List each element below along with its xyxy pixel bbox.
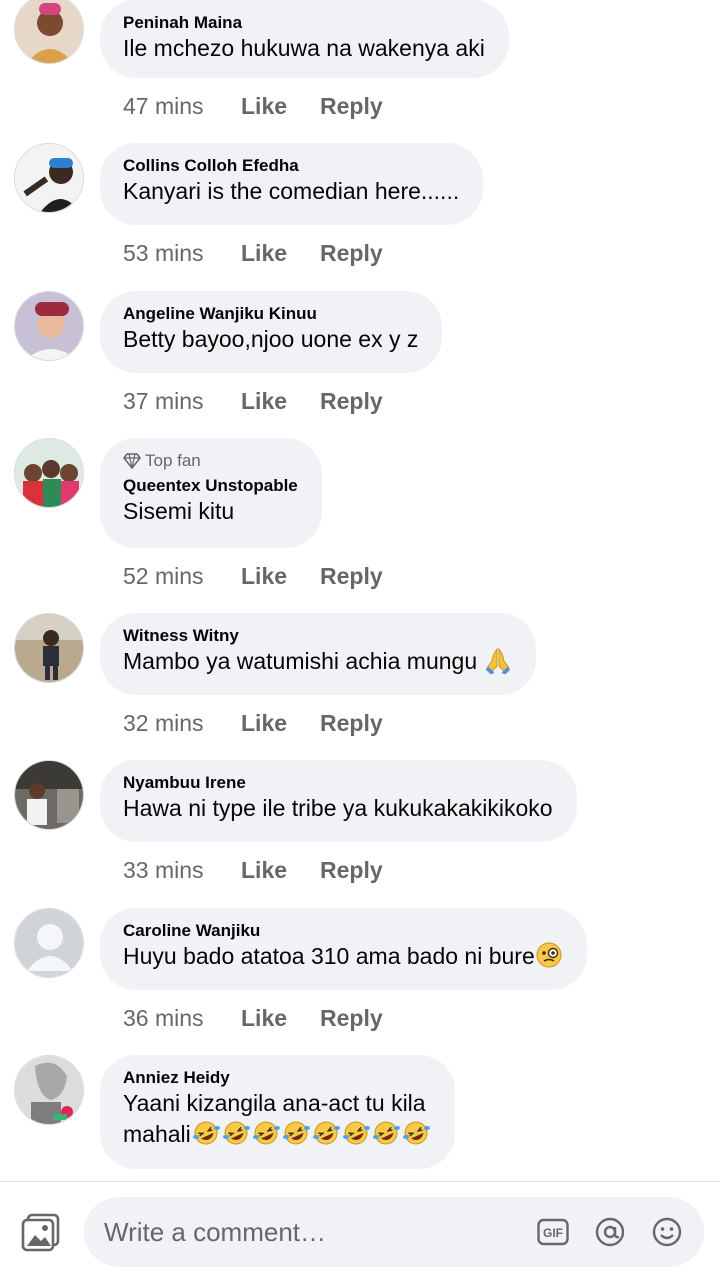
avatar[interactable] (14, 143, 84, 213)
reply-button[interactable]: Reply (320, 91, 383, 121)
commenter-name[interactable]: Anniez Heidy (123, 1067, 431, 1088)
commenter-name[interactable]: Angeline Wanjiku Kinuu (123, 303, 418, 324)
comment-text-line2: mahali (123, 1119, 431, 1150)
comment-text: Betty bayoo,njoo uone ex y z (123, 326, 419, 352)
comment-bubble[interactable]: Nyambuu Irene Hawa ni type ile tribe ya … (100, 760, 577, 842)
commenter-name[interactable]: Witness Witny (123, 625, 512, 646)
like-button[interactable]: Like (241, 91, 320, 121)
comment-actions: 33 mins Like Reply (123, 855, 383, 885)
reply-button[interactable]: Reply (320, 386, 383, 416)
comment-text-body: mahali (123, 1121, 191, 1147)
gif-button[interactable]: GIF (537, 1216, 569, 1248)
rolling-on-the-floor-laughing-emoji (342, 1121, 370, 1145)
comment-bubble[interactable]: Witness Witny Mambo ya watumishi achia m… (100, 613, 536, 695)
comment-text: Hawa ni type ile tribe ya kukukakakikiko… (123, 795, 553, 821)
comment-text: Sisemi kitu (123, 498, 235, 524)
comment-time[interactable]: 36 mins (123, 1003, 241, 1033)
comment-input-box[interactable]: GIF (84, 1197, 704, 1267)
comment-time[interactable]: 37 mins (123, 386, 241, 416)
commenter-name[interactable]: Peninah Maina (123, 12, 485, 33)
comment-bubble[interactable]: Caroline Wanjiku Huyu bado atatoa 310 am… (100, 908, 587, 990)
comment-text: Mambo ya watumishi achia mungu (123, 646, 512, 677)
comment-actions: 37 mins Like Reply (123, 386, 383, 416)
diamond-icon (122, 453, 142, 470)
avatar[interactable] (14, 760, 84, 830)
avatar[interactable] (14, 0, 84, 64)
rolling-on-the-floor-laughing-emoji (402, 1121, 430, 1145)
comment-text: Yaani kizangila ana-act tu kila (123, 1090, 426, 1116)
comment-time[interactable]: 53 mins (123, 238, 241, 268)
comment-actions: 53 mins Like Reply (123, 238, 383, 268)
commenter-name[interactable]: Collins Colloh Efedha (123, 155, 459, 176)
comment-text-body: Mambo ya watumishi achia mungu (123, 648, 478, 674)
folded-hands-emoji (485, 647, 510, 674)
reply-button[interactable]: Reply (320, 708, 383, 738)
comment-time[interactable]: 33 mins (123, 855, 241, 885)
comment-bubble[interactable]: Collins Colloh Efedha Kanyari is the com… (100, 143, 484, 225)
comment-text: Huyu bado atatoa 310 ama bado ni bure (123, 941, 563, 972)
top-fan-badge: Top fan (122, 450, 298, 475)
reply-button[interactable]: Reply (320, 1003, 383, 1033)
comment-bubble[interactable]: Peninah Maina Ile mchezo hukuwa na waken… (100, 0, 509, 78)
rolling-on-the-floor-laughing-emoji (252, 1121, 280, 1145)
smiley-icon[interactable] (651, 1216, 683, 1248)
comments-feed[interactable]: Peninah Maina Ile mchezo hukuwa na waken… (0, 0, 720, 1181)
reply-button[interactable]: Reply (320, 238, 383, 268)
rolling-on-the-floor-laughing-emoji (312, 1121, 340, 1145)
comment-bubble[interactable]: Angeline Wanjiku Kinuu Betty bayoo,njoo … (100, 291, 443, 373)
rolling-on-the-floor-laughing-emoji (222, 1121, 250, 1145)
avatar[interactable] (14, 1055, 84, 1125)
commenter-name[interactable]: Queentex Unstopable (123, 475, 298, 496)
like-button[interactable]: Like (241, 1003, 320, 1033)
rolling-on-the-floor-laughing-emoji (192, 1121, 220, 1145)
default-profile-icon (15, 909, 83, 977)
like-button[interactable]: Like (241, 238, 320, 268)
comment-actions: 52 mins Like Reply (123, 561, 383, 591)
reply-button[interactable]: Reply (320, 561, 383, 591)
comment-actions: 47 mins Like Reply (123, 91, 383, 121)
photo-icon[interactable] (20, 1213, 64, 1253)
rofl-emoji-row (191, 1121, 431, 1147)
like-button[interactable]: Like (241, 855, 320, 885)
gif-label: GIF (543, 1226, 563, 1240)
comment-actions: 36 mins Like Reply (123, 1003, 383, 1033)
top-fan-label: Top fan (145, 451, 201, 470)
comment-time[interactable]: 32 mins (123, 708, 241, 738)
comment-input[interactable] (104, 1197, 524, 1267)
avatar[interactable] (14, 291, 84, 361)
comment-bubble[interactable]: Top fan Queentex Unstopable Sisemi kitu (100, 438, 322, 548)
comment-actions: 32 mins Like Reply (123, 708, 383, 738)
avatar[interactable] (14, 438, 84, 508)
commenter-name[interactable]: Caroline Wanjiku (123, 920, 563, 941)
comment-time[interactable]: 52 mins (123, 561, 241, 591)
comment-bubble[interactable]: Anniez Heidy Yaani kizangila ana-act tu … (100, 1055, 455, 1169)
at-sign-icon[interactable] (594, 1216, 626, 1248)
comment-time[interactable]: 47 mins (123, 91, 241, 121)
comment-text: Kanyari is the comedian here...... (123, 178, 460, 204)
comment-text-body: Huyu bado atatoa 310 ama bado ni bure (123, 943, 535, 969)
like-button[interactable]: Like (241, 386, 320, 416)
rolling-on-the-floor-laughing-emoji (282, 1121, 310, 1145)
comment-text: Ile mchezo hukuwa na wakenya aki (123, 35, 485, 61)
commenter-name[interactable]: Nyambuu Irene (123, 772, 553, 793)
avatar[interactable] (14, 613, 84, 683)
face-with-monocle-emoji (536, 942, 562, 968)
like-button[interactable]: Like (241, 561, 320, 591)
rolling-on-the-floor-laughing-emoji (372, 1121, 400, 1145)
comment-composer: GIF (0, 1181, 720, 1281)
like-button[interactable]: Like (241, 708, 320, 738)
avatar-placeholder[interactable] (14, 908, 84, 978)
reply-button[interactable]: Reply (320, 855, 383, 885)
